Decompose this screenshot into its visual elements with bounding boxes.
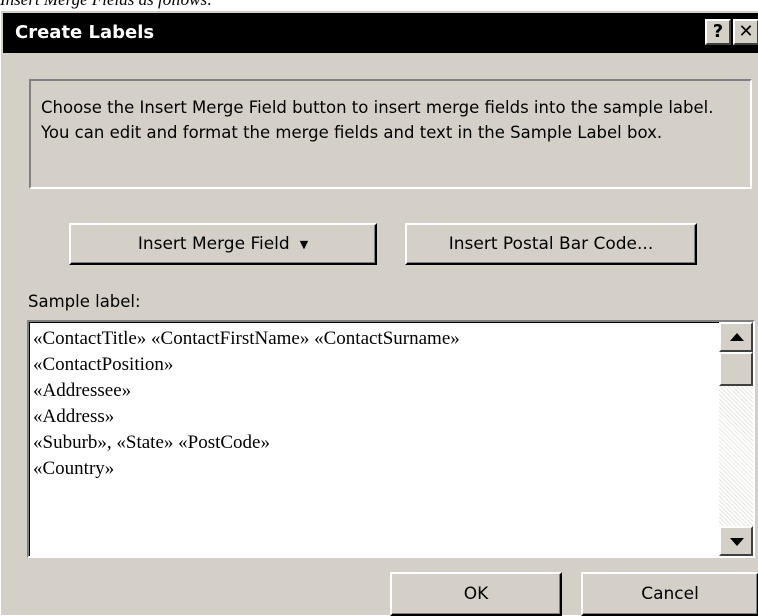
arrow-up-icon — [730, 333, 744, 341]
scroll-down-button[interactable] — [719, 526, 753, 556]
instructions-box: Choose the Insert Merge Field button to … — [29, 79, 752, 189]
vertical-scrollbar[interactable] — [719, 322, 753, 556]
cancel-button[interactable]: Cancel — [581, 572, 758, 616]
arrow-down-icon — [730, 538, 744, 546]
question-icon: ? — [712, 21, 724, 42]
close-button[interactable]: ✕ — [733, 19, 758, 45]
ok-button[interactable]: OK — [390, 572, 562, 616]
title-bar[interactable]: Create Labels ? ✕ — [3, 13, 758, 53]
ok-label: OK — [463, 584, 489, 604]
insert-postal-bar-code-label: Insert Postal Bar Code... — [448, 234, 654, 254]
create-labels-dialog: Create Labels ? ✕ Choose the Insert Merg… — [0, 10, 758, 616]
sample-label-textbox[interactable]: «ContactTitle» «ContactFirstName» «Conta… — [27, 320, 755, 558]
sample-label-caption: Sample label: — [28, 292, 141, 311]
close-icon: ✕ — [738, 21, 754, 42]
sample-line: «Suburb», «State» «PostCode» — [33, 432, 270, 453]
scroll-up-button[interactable] — [719, 322, 753, 352]
caret-down-icon: ▼ — [299, 237, 309, 251]
sample-line: «ContactTitle» «ContactFirstName» «Conta… — [33, 328, 460, 349]
sample-line: «Address» — [33, 406, 115, 427]
sample-line: «ContactPosition» — [33, 354, 174, 375]
document-caption: Insert Merge Fields as follows: — [0, 0, 758, 10]
dialog-title: Create Labels — [15, 22, 155, 43]
sample-line: «Addressee» — [33, 380, 132, 401]
help-button[interactable]: ? — [705, 19, 731, 45]
sample-label-content[interactable]: «ContactTitle» «ContactFirstName» «Conta… — [33, 326, 717, 482]
insert-merge-field-label: Insert Merge Field — [137, 234, 290, 254]
insert-merge-field-button[interactable]: Insert Merge Field ▼ — [69, 223, 377, 265]
sample-line: «Country» — [33, 458, 115, 479]
insert-postal-bar-code-button[interactable]: Insert Postal Bar Code... — [405, 223, 697, 265]
cancel-label: Cancel — [641, 584, 699, 604]
instructions-text: Choose the Insert Merge Field button to … — [41, 98, 714, 142]
scroll-thumb[interactable] — [719, 352, 753, 386]
